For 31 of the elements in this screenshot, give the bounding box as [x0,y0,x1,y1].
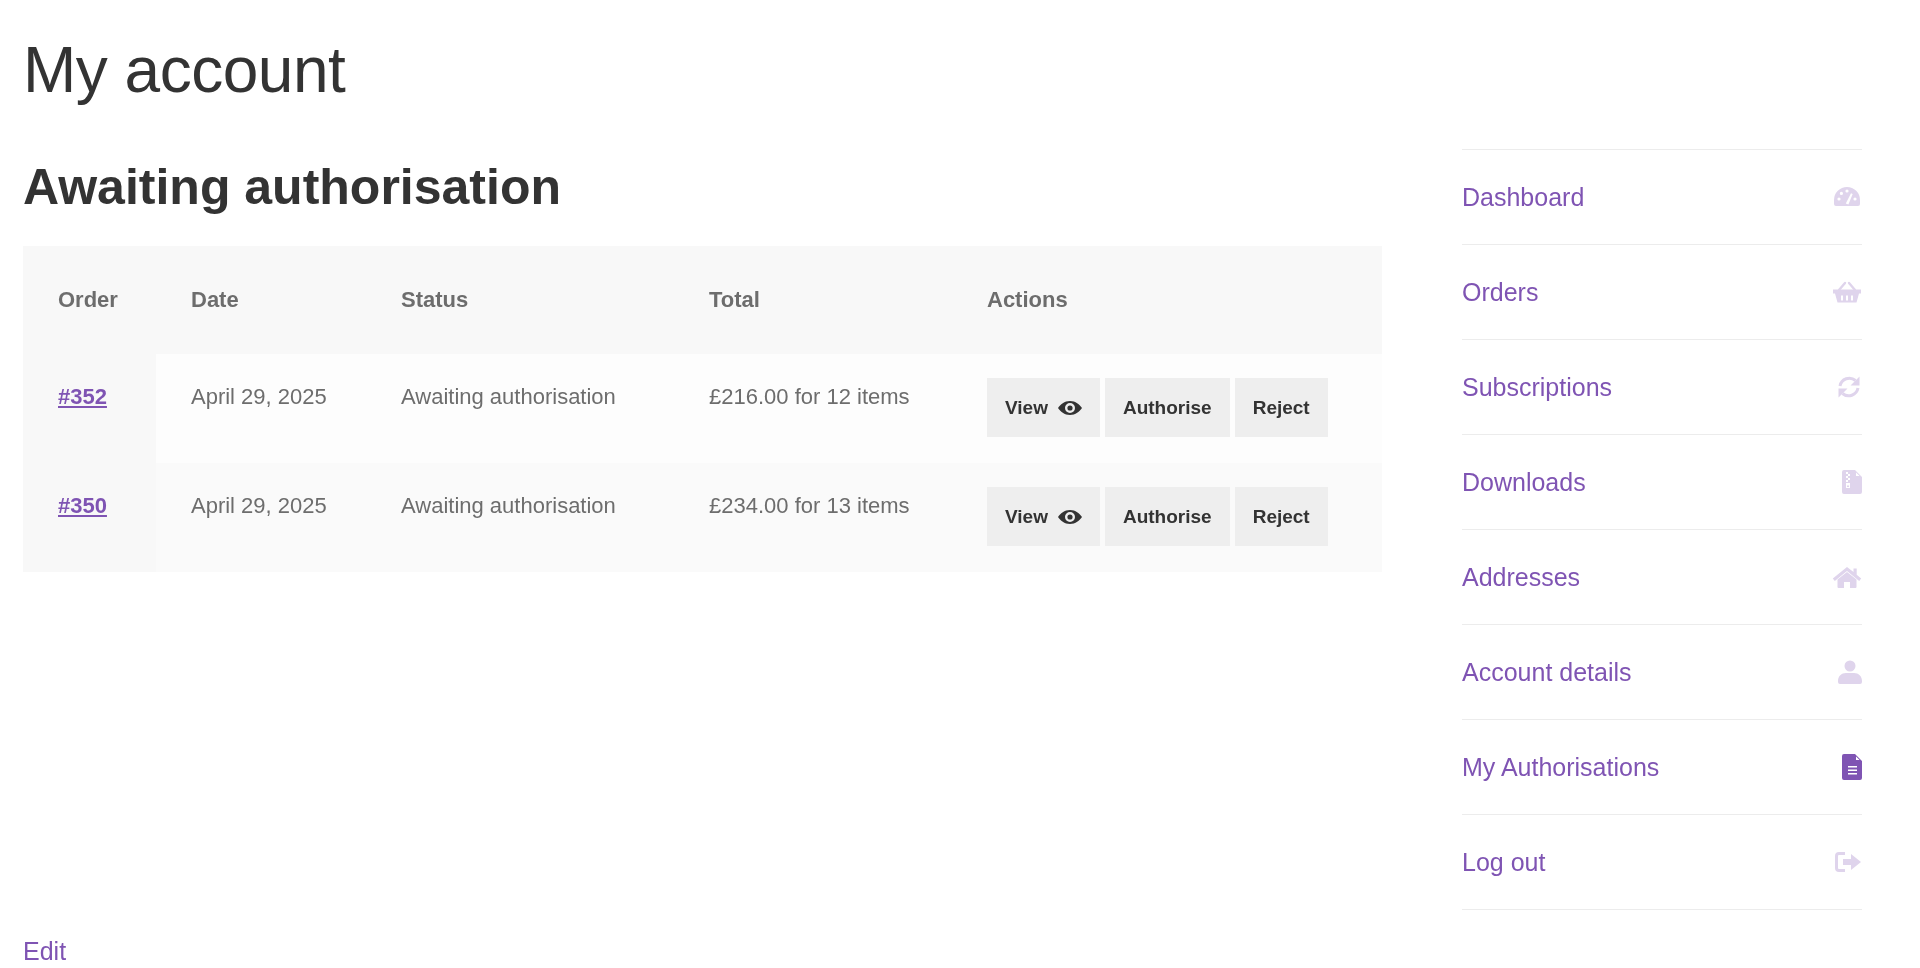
eye-icon [1057,399,1082,416]
sidebar-item[interactable]: Downloads [1462,435,1862,529]
sidebar-item[interactable]: Orders [1462,245,1862,339]
sidebar-item[interactable]: Log out [1462,815,1862,909]
table-cell: £234.00 for 13 items [674,463,952,572]
table-cell: £216.00 for 12 items [674,354,952,463]
authorise-button[interactable]: Authorise [1104,487,1230,546]
view-button[interactable]: View [987,487,1100,546]
sidebar-item[interactable]: Dashboard [1462,150,1862,244]
column-header: Status [366,246,674,354]
table-cell: April 29, 2025 [156,463,366,572]
sidebar-item[interactable]: Account details [1462,625,1862,719]
table-cell: April 29, 2025 [156,354,366,463]
authorise-button[interactable]: Authorise [1104,378,1230,437]
column-header: Actions [952,246,1382,354]
sidebar-item[interactable]: Addresses [1462,530,1862,624]
column-header: Date [156,246,366,354]
edit-link[interactable]: Edit [23,936,67,966]
view-button[interactable]: View [987,378,1100,437]
eye-icon [1057,508,1082,525]
reject-button[interactable]: Reject [1234,487,1328,546]
reject-button[interactable]: Reject [1234,378,1328,437]
section-heading: Awaiting authorisation [23,162,562,212]
column-header: Total [674,246,952,354]
sidebar-item[interactable]: My Authorisations [1462,720,1862,814]
table-cell: Awaiting authorisation [366,354,674,463]
order-link[interactable]: #352 [58,384,107,409]
table-cell: Awaiting authorisation [366,463,674,572]
column-header: Order [23,246,156,354]
order-link[interactable]: #350 [58,493,107,518]
sidebar-item[interactable]: Subscriptions [1462,340,1862,434]
